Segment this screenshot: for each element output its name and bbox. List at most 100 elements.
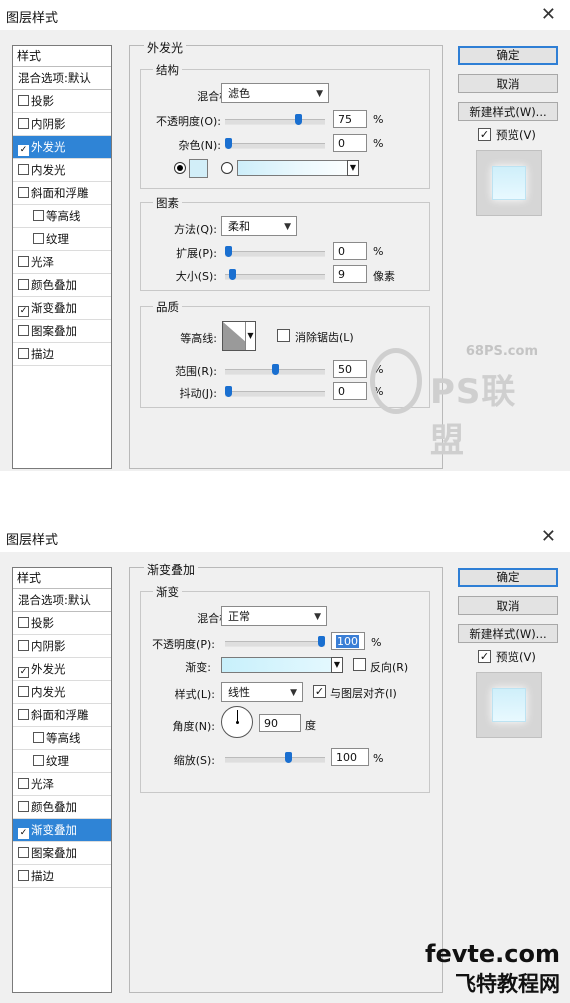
style-item[interactable]: 斜面和浮雕	[13, 704, 111, 727]
style-checkbox[interactable]	[18, 847, 29, 858]
range-slider-thumb[interactable]	[272, 364, 279, 375]
opacity-slider[interactable]	[225, 636, 325, 647]
style-checkbox[interactable]	[18, 256, 29, 267]
style-item[interactable]: ✓ 外发光	[13, 136, 111, 159]
spread-slider-thumb[interactable]	[225, 246, 232, 257]
style-item[interactable]: 图案叠加	[13, 842, 111, 865]
preview-checkbox[interactable]: ✓	[478, 128, 491, 141]
align-with-layer-checkbox[interactable]: ✓	[313, 685, 326, 698]
style-checkbox[interactable]	[33, 233, 44, 244]
glow-color-swatch[interactable]	[189, 159, 208, 178]
cancel-button[interactable]: 取消	[458, 596, 558, 615]
scale-field[interactable]: 100	[331, 748, 369, 766]
noise-slider[interactable]	[225, 138, 325, 149]
antialias-checkbox[interactable]	[277, 329, 290, 342]
size-slider[interactable]	[225, 269, 325, 280]
style-checkbox[interactable]	[18, 95, 29, 106]
new-style-button[interactable]: 新建样式(W)...	[458, 102, 558, 121]
jitter-slider-thumb[interactable]	[225, 386, 232, 397]
style-checkbox[interactable]	[18, 348, 29, 359]
scale-slider-thumb[interactable]	[285, 752, 292, 763]
style-checkbox[interactable]	[18, 686, 29, 697]
style-checkbox[interactable]	[33, 755, 44, 766]
style-item[interactable]: 颜色叠加	[13, 274, 111, 297]
scale-slider[interactable]	[225, 752, 325, 763]
style-checkbox[interactable]	[18, 870, 29, 881]
ok-button[interactable]: 确定	[458, 46, 558, 65]
range-slider[interactable]	[225, 364, 325, 375]
ok-button[interactable]: 确定	[458, 568, 558, 587]
jitter-field[interactable]: 0	[333, 382, 367, 400]
style-checkbox[interactable]: ✓	[18, 828, 29, 839]
opacity-slider-thumb[interactable]	[295, 114, 302, 125]
new-style-button[interactable]: 新建样式(W)...	[458, 624, 558, 643]
preview-checkbox[interactable]: ✓	[478, 650, 491, 663]
style-checkbox[interactable]	[18, 187, 29, 198]
style-item[interactable]: 光泽	[13, 251, 111, 274]
blend-mode-select[interactable]: 正常 ▼	[221, 606, 327, 626]
style-checkbox[interactable]	[18, 118, 29, 129]
style-item[interactable]: 内阴影	[13, 113, 111, 136]
styles-list: 样式 混合选项:默认 投影 内阴影 ✓ 外发光 内发光 斜面和浮雕 等高线 纹理 光泽 颜色叠加 ✓ 渐…	[12, 45, 112, 469]
style-checkbox[interactable]	[18, 279, 29, 290]
style-checkbox[interactable]: ✓	[18, 306, 29, 317]
size-field[interactable]: 9	[333, 265, 367, 283]
style-item[interactable]: 描边	[13, 865, 111, 888]
style-item[interactable]: 混合选项:默认	[13, 589, 111, 612]
style-item[interactable]: 内阴影	[13, 635, 111, 658]
style-item[interactable]: 等高线	[13, 727, 111, 750]
style-checkbox[interactable]: ✓	[18, 667, 29, 678]
spread-field[interactable]: 0	[333, 242, 367, 260]
style-item[interactable]: 投影	[13, 612, 111, 635]
style-item[interactable]: 投影	[13, 90, 111, 113]
style-item[interactable]: 混合选项:默认	[13, 67, 111, 90]
style-checkbox[interactable]	[18, 778, 29, 789]
noise-slider-thumb[interactable]	[225, 138, 232, 149]
style-checkbox[interactable]: ✓	[18, 145, 29, 156]
gradient-radio[interactable]	[221, 162, 233, 174]
style-item[interactable]: 光泽	[13, 773, 111, 796]
style-checkbox[interactable]	[18, 164, 29, 175]
opacity-field[interactable]: 100	[331, 632, 365, 650]
reverse-checkbox[interactable]	[353, 658, 366, 671]
style-checkbox[interactable]	[18, 801, 29, 812]
style-item[interactable]: 图案叠加	[13, 320, 111, 343]
style-checkbox[interactable]	[18, 709, 29, 720]
style-item[interactable]: ✓ 外发光	[13, 658, 111, 681]
gradient-picker[interactable]: ▼	[221, 657, 343, 673]
style-item[interactable]: 描边	[13, 343, 111, 366]
style-item[interactable]: 等高线	[13, 205, 111, 228]
color-radio[interactable]	[174, 162, 186, 174]
style-item[interactable]: ✓ 渐变叠加	[13, 297, 111, 320]
style-checkbox[interactable]	[18, 640, 29, 651]
opacity-field[interactable]: 75	[333, 110, 367, 128]
opacity-slider-thumb[interactable]	[318, 636, 325, 647]
size-slider-thumb[interactable]	[229, 269, 236, 280]
style-item[interactable]: 颜色叠加	[13, 796, 111, 819]
close-icon[interactable]: ✕	[541, 4, 556, 25]
cancel-button[interactable]: 取消	[458, 74, 558, 93]
style-item[interactable]: 内发光	[13, 681, 111, 704]
opacity-slider[interactable]	[225, 114, 325, 125]
style-checkbox[interactable]	[33, 732, 44, 743]
close-icon[interactable]: ✕	[541, 526, 556, 547]
style-item[interactable]: 纹理	[13, 228, 111, 251]
style-checkbox[interactable]	[18, 617, 29, 628]
style-checkbox[interactable]	[33, 210, 44, 221]
angle-dial[interactable]	[221, 706, 253, 738]
style-item[interactable]: 内发光	[13, 159, 111, 182]
jitter-slider[interactable]	[225, 386, 325, 397]
style-select[interactable]: 线性 ▼	[221, 682, 303, 702]
range-field[interactable]: 50	[333, 360, 367, 378]
style-item[interactable]: 斜面和浮雕	[13, 182, 111, 205]
style-checkbox[interactable]	[18, 325, 29, 336]
style-item[interactable]: ✓ 渐变叠加	[13, 819, 111, 842]
angle-field[interactable]: 90	[259, 714, 301, 732]
style-item[interactable]: 纹理	[13, 750, 111, 773]
method-select[interactable]: 柔和 ▼	[221, 216, 297, 236]
noise-field[interactable]: 0	[333, 134, 367, 152]
glow-gradient-picker[interactable]: ▼	[237, 160, 359, 176]
blend-mode-select[interactable]: 滤色 ▼	[221, 83, 329, 103]
spread-slider[interactable]	[225, 246, 325, 257]
contour-picker[interactable]: ▼	[222, 321, 256, 351]
